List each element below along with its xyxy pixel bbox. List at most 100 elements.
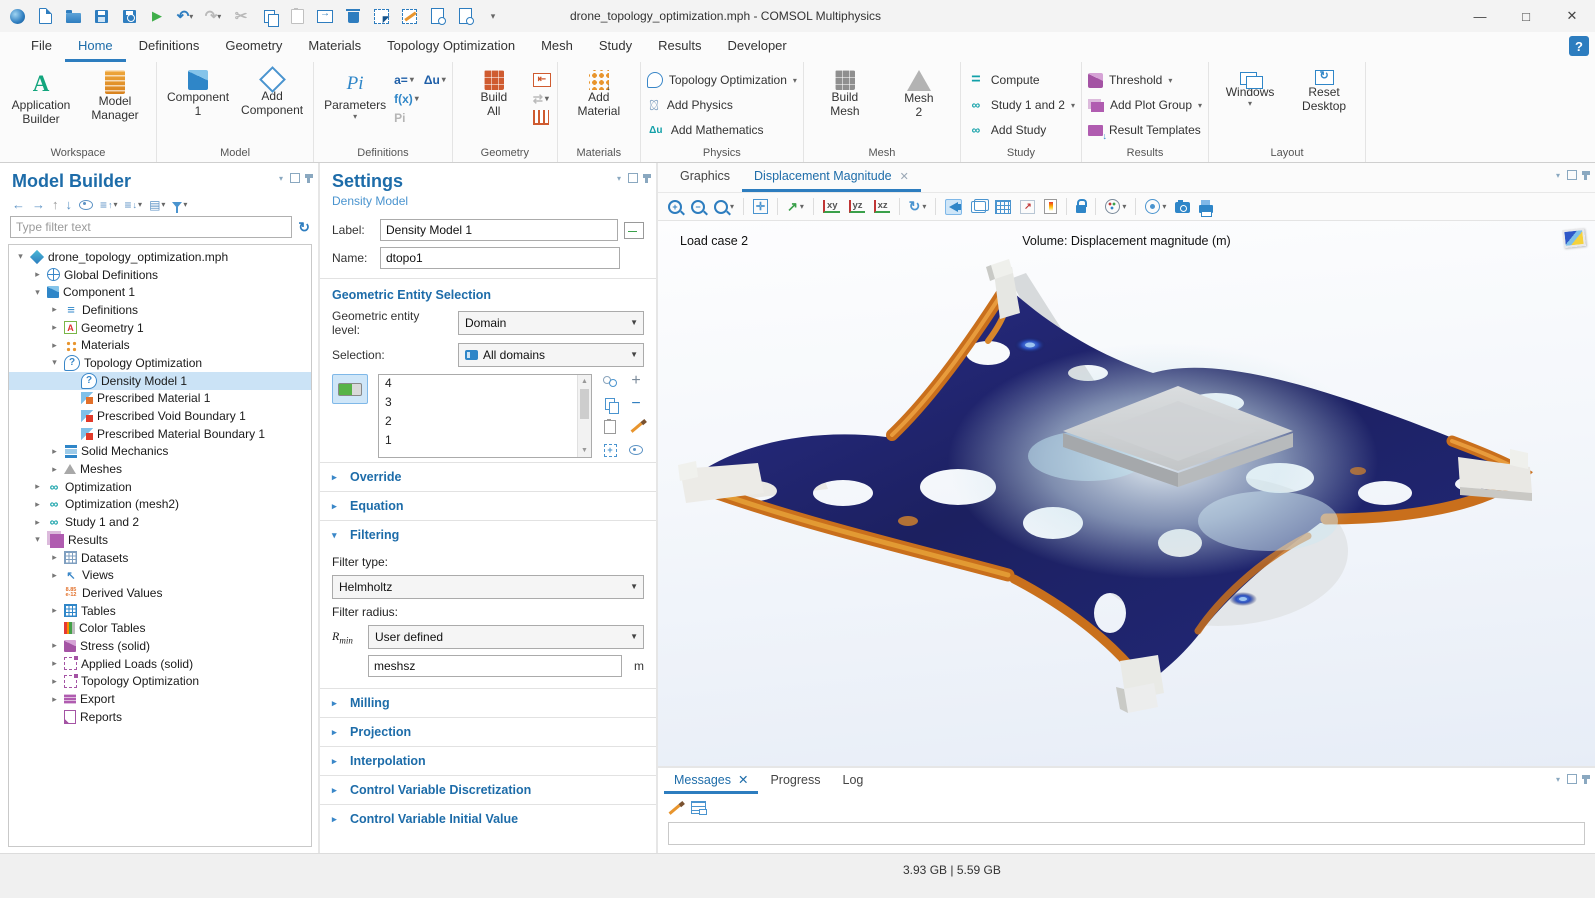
save-button[interactable] [88, 3, 114, 29]
lock-view-button[interactable] [1076, 200, 1086, 213]
tree-item[interactable]: ▸Optimization (mesh2) [9, 496, 311, 514]
Δu-button[interactable]: Δu▾ [424, 73, 446, 87]
graphics-viewport[interactable]: Load case 2 Volume: Displacement magnitu… [658, 221, 1595, 766]
view-xz-button[interactable]: xz [874, 200, 890, 214]
qat-overflow-chevron[interactable]: ▾ [480, 3, 506, 29]
redo-button[interactable]: ↷▾ [200, 3, 226, 29]
zoom-extents-button[interactable]: ✛ [753, 199, 768, 214]
tab-log[interactable]: Log [833, 768, 874, 794]
expand-arrow-icon[interactable]: ▸ [49, 464, 60, 475]
qbubble-button[interactable]: Topology Optimization▾ [647, 68, 797, 93]
tree-item[interactable]: ▸Datasets [9, 549, 311, 567]
run-button[interactable]: ▶ [144, 3, 170, 29]
expand-arrow-icon[interactable]: ▸ [49, 676, 60, 687]
expand-arrow-icon[interactable]: ▸ [32, 269, 43, 280]
collapse-all-button[interactable]: ≡↑▾ [100, 198, 118, 212]
menu-item-topology-optimization[interactable]: Topology Optimization [374, 32, 528, 62]
tree-item[interactable]: ▸Optimization [9, 478, 311, 496]
expand-arrow-icon[interactable]: ▸ [49, 340, 60, 351]
transparency-button[interactable]: ▾ [1145, 199, 1166, 214]
tree-item[interactable]: ▸Materials [9, 336, 311, 354]
atom-button[interactable]: Add Physics [647, 93, 733, 118]
clear-selection-button[interactable] [628, 420, 644, 434]
tree-item[interactable]: ▸Views [9, 566, 311, 584]
tab-displacement-magnitude[interactable]: Displacement Magnitude ✕ [742, 163, 921, 192]
component-button[interactable]: Component1 [163, 68, 233, 121]
collapse-arrow-icon[interactable]: ▾ [32, 287, 43, 298]
pin-panel-icon[interactable] [307, 174, 310, 183]
expand-arrow-icon[interactable]: ▸ [49, 658, 60, 669]
tree-item[interactable]: ▸Applied Loads (solid) [9, 655, 311, 673]
panel-menu-chevron-icon[interactable]: ▾ [1556, 775, 1560, 784]
tree-filter-input[interactable] [10, 216, 292, 238]
tree-item[interactable]: ▾Results [9, 531, 311, 549]
windows-button[interactable]: Windows▾ [1215, 68, 1285, 111]
zoom-box-button[interactable]: ▾ [714, 200, 734, 214]
menu-item-results[interactable]: Results [645, 32, 714, 62]
cut-button[interactable]: ✂ [228, 3, 254, 29]
view-yz-button[interactable]: yz [849, 200, 865, 214]
view-xy-button[interactable]: xy [823, 200, 840, 214]
tree-item[interactable]: ▾drone_topology_optimization.mph [9, 248, 311, 266]
section-control-variable-initial-value[interactable]: ▸Control Variable Initial Value [320, 804, 656, 833]
help-button[interactable]: ? [1569, 36, 1589, 56]
refresh-filter-icon[interactable]: ↻ [298, 219, 310, 236]
delete-button[interactable] [340, 3, 366, 29]
save-search-button[interactable] [116, 3, 142, 29]
tree-item[interactable]: ▾?Topology Optimization [9, 354, 311, 372]
reset-desktop-button[interactable]: ResetDesktop [1289, 68, 1359, 116]
collapse-arrow-icon[interactable]: ▾ [15, 251, 26, 262]
move-down-button[interactable]: ↓ [66, 197, 73, 212]
tab-graphics[interactable]: Graphics [668, 163, 742, 192]
build-mesh-button[interactable]: BuildMesh [810, 68, 880, 121]
copy-button[interactable] [256, 3, 282, 29]
expand-arrow-icon[interactable]: ▸ [49, 552, 60, 563]
tree-item[interactable]: Prescribed Material Boundary 1 [9, 425, 311, 443]
clear-messages-brush-icon[interactable] [668, 800, 681, 814]
model-tree-node-text-button[interactable]: ▤▾ [149, 198, 165, 212]
pin-panel-icon[interactable] [1584, 775, 1587, 784]
tree-item[interactable]: ▸Export [9, 690, 311, 708]
tree-item[interactable]: ▸Stress (solid) [9, 637, 311, 655]
tree-item[interactable]: Prescribed Material 1 [9, 390, 311, 408]
find-button[interactable] [424, 3, 450, 29]
menu-item-materials[interactable]: Materials [295, 32, 374, 62]
compute-button[interactable]: Compute [967, 68, 1040, 93]
zoom-to-selection-button[interactable]: + [602, 443, 618, 457]
selection-list-item[interactable]: 3 [379, 394, 591, 413]
addstudy-button[interactable]: Add Study [967, 118, 1046, 143]
active-toggle-button[interactable] [332, 374, 368, 404]
filter-radius-input[interactable] [368, 655, 622, 677]
tree-item[interactable]: ▸Global Definitions [9, 266, 311, 284]
zoom-out-button[interactable]: − [691, 200, 705, 214]
filter-funnel-button[interactable]: ▾ [172, 200, 187, 209]
menu-item-developer[interactable]: Developer [714, 32, 799, 62]
filter-radius-mode-select[interactable]: User defined ▼ [368, 625, 644, 649]
pin-panel-icon[interactable] [1584, 171, 1587, 180]
expand-arrow-icon[interactable]: ▸ [32, 481, 43, 492]
section-filtering[interactable]: ▾ Filtering [320, 520, 656, 549]
select-box-button[interactable]: ◤ [368, 3, 394, 29]
build-all-button[interactable]: BuildAll [459, 68, 529, 121]
parameters-button[interactable]: Parameters▾ [320, 68, 390, 124]
expand-arrow-icon[interactable]: ▸ [49, 640, 60, 651]
collapse-arrow-icon[interactable]: ▾ [32, 534, 43, 545]
rebuild-button[interactable]: ⇄▾ [533, 92, 549, 106]
tree-item[interactable]: ▸Definitions [9, 301, 311, 319]
close-button[interactable]: ✕ [1549, 0, 1595, 32]
tree-item[interactable]: Prescribed Void Boundary 1 [9, 407, 311, 425]
minimize-button[interactable]: — [1457, 0, 1503, 32]
panel-menu-chevron-icon[interactable]: ▾ [617, 174, 621, 183]
tree-item[interactable]: ▾Component 1 [9, 283, 311, 301]
section-interpolation[interactable]: ▸Interpolation [320, 746, 656, 775]
filter-type-select[interactable]: Helmholtz ▼ [332, 575, 644, 599]
maximize-button[interactable]: □ [1503, 0, 1549, 32]
section-control-variable-discretization[interactable]: ▸Control Variable Discretization [320, 775, 656, 804]
selection-list-item[interactable]: 2 [379, 413, 591, 432]
panel-menu-chevron-icon[interactable]: ▾ [279, 174, 283, 183]
templates-button[interactable]: Result Templates [1088, 118, 1201, 143]
paste-button[interactable] [284, 3, 310, 29]
selection-list-item[interactable]: 1 [379, 432, 591, 451]
print-button[interactable] [1199, 201, 1213, 213]
appearance-palette-button[interactable]: ▾ [1105, 199, 1126, 214]
